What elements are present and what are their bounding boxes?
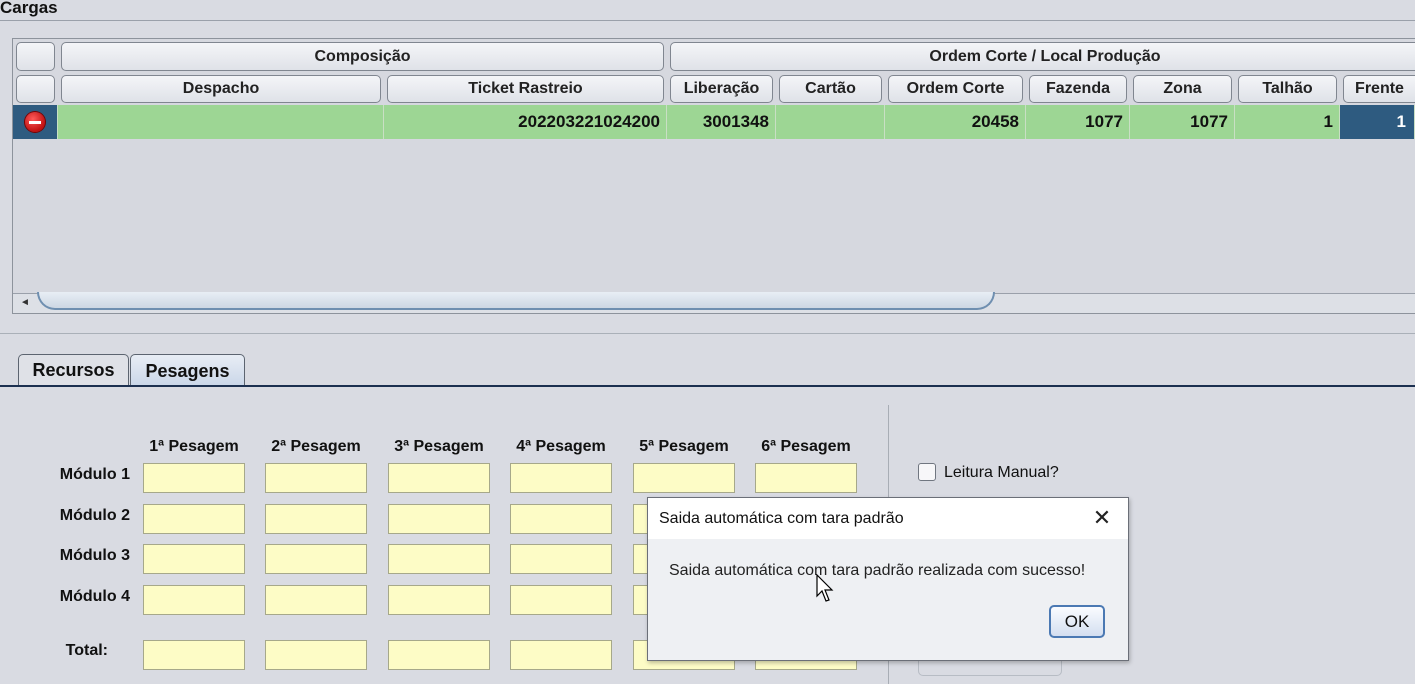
dialog-title: Saida automática com tara padrão	[659, 510, 904, 527]
pesagem-field-modulo-2-1[interactable]	[143, 504, 245, 534]
pesagem-field-modulo-3-1[interactable]	[143, 544, 245, 574]
column-header-ordem-corte[interactable]: Ordem Corte	[888, 75, 1023, 103]
scroll-left-arrow-icon[interactable]: ◄	[15, 293, 35, 311]
column-header-pesagem-5: 5ª Pesagem	[639, 438, 729, 455]
column-header-zona[interactable]: Zona	[1133, 75, 1232, 103]
dialog-titlebar[interactable]: Saida automática com tara padrão ✕	[648, 498, 1128, 539]
cell-frente[interactable]: 1	[1340, 105, 1415, 139]
pesagem-field-modulo-3-2[interactable]	[265, 544, 367, 574]
column-header-fazenda[interactable]: Fazenda	[1029, 75, 1127, 103]
pesagem-field-total-1[interactable]	[143, 640, 245, 670]
pesagem-field-modulo-3-3[interactable]	[388, 544, 490, 574]
pesagem-field-modulo-4-1[interactable]	[143, 585, 245, 615]
panel-title: Cargas	[0, 0, 58, 17]
tab-underline	[0, 385, 1415, 387]
tab-recursos[interactable]: Recursos	[18, 354, 129, 386]
column-header-pesagem-3: 3ª Pesagem	[394, 438, 484, 455]
cell-liberacao[interactable]: 3001348	[667, 105, 776, 139]
pesagem-field-modulo-2-4[interactable]	[510, 504, 612, 534]
pesagem-field-modulo-4-2[interactable]	[265, 585, 367, 615]
pesagem-field-modulo-1-6[interactable]	[755, 463, 857, 493]
row-label-modulo-2: Módulo 2	[59, 507, 130, 524]
column-header-despacho[interactable]: Despacho	[61, 75, 381, 103]
row-label-total: Total:	[65, 642, 108, 659]
cell-talhao[interactable]: 1	[1235, 105, 1340, 139]
pesagem-field-modulo-1-3[interactable]	[388, 463, 490, 493]
dialog-message: Saida automática com tara padrão realiza…	[669, 562, 1086, 579]
group-header-corner	[16, 42, 55, 71]
column-header-ticket-rastreio[interactable]: Ticket Rastreio	[387, 75, 664, 103]
pesagem-field-modulo-3-4[interactable]	[510, 544, 612, 574]
pesagem-field-total-3[interactable]	[388, 640, 490, 670]
pesagem-field-total-2[interactable]	[265, 640, 367, 670]
column-header-pesagem-2: 2ª Pesagem	[271, 438, 361, 455]
pesagem-field-modulo-1-5[interactable]	[633, 463, 735, 493]
column-header-frente[interactable]: Frente	[1343, 75, 1415, 103]
column-header-liberacao[interactable]: Liberação	[670, 75, 773, 103]
pesagem-field-modulo-4-4[interactable]	[510, 585, 612, 615]
column-header-icon[interactable]	[16, 75, 55, 103]
column-header-talhao[interactable]: Talhão	[1238, 75, 1337, 103]
pesagem-field-modulo-1-1[interactable]	[143, 463, 245, 493]
ok-button[interactable]: OK	[1049, 605, 1105, 638]
column-header-pesagem-1: 1ª Pesagem	[149, 438, 239, 455]
row-label-modulo-4: Módulo 4	[59, 588, 130, 605]
cell-despacho[interactable]	[58, 105, 384, 139]
manual-reading-label: Leitura Manual?	[944, 464, 1059, 481]
message-dialog: Saida automática com tara padrão ✕ Saida…	[647, 497, 1129, 661]
pesagem-field-modulo-2-2[interactable]	[265, 504, 367, 534]
row-label-modulo-3: Módulo 3	[59, 547, 130, 564]
cell-ordem-corte[interactable]: 20458	[885, 105, 1026, 139]
pesagem-field-modulo-4-3[interactable]	[388, 585, 490, 615]
minus-circle-icon[interactable]	[25, 112, 45, 132]
pesagem-field-total-4[interactable]	[510, 640, 612, 670]
tab-pesagens[interactable]: Pesagens	[130, 354, 245, 387]
close-icon[interactable]: ✕	[1092, 507, 1112, 529]
cell-cartao[interactable]	[776, 105, 885, 139]
cell-ticket-rastreio[interactable]: 202203221024200	[384, 105, 667, 139]
column-header-cartao[interactable]: Cartão	[779, 75, 882, 103]
mouse-cursor-icon	[816, 574, 834, 602]
cell-fazenda[interactable]: 1077	[1026, 105, 1130, 139]
column-header-pesagem-4: 4ª Pesagem	[516, 438, 606, 455]
group-header-ordem-corte[interactable]: Ordem Corte / Local Produção	[670, 42, 1415, 71]
pesagem-field-modulo-1-2[interactable]	[265, 463, 367, 493]
row-label-modulo-1: Módulo 1	[59, 466, 130, 483]
pesagem-field-modulo-2-3[interactable]	[388, 504, 490, 534]
manual-reading-checkbox[interactable]	[918, 463, 936, 481]
group-header-composicao[interactable]: Composição	[61, 42, 664, 71]
cell-zona[interactable]: 1077	[1130, 105, 1235, 139]
pesagem-field-modulo-1-4[interactable]	[510, 463, 612, 493]
scrollbar-thumb[interactable]	[37, 292, 995, 310]
column-header-pesagem-6: 6ª Pesagem	[761, 438, 851, 455]
